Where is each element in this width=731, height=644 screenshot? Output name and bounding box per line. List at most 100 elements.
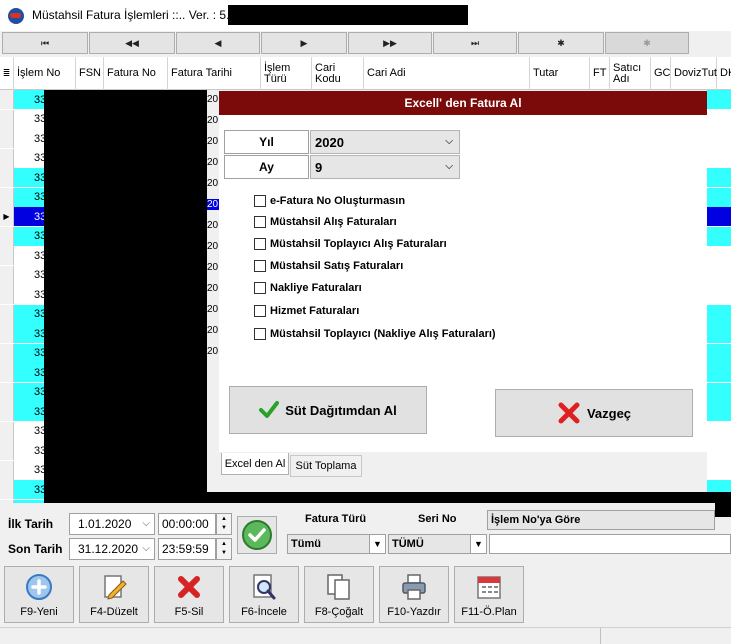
tab-sut-toplama[interactable]: Süt Toplama — [290, 455, 362, 477]
option-toplayici-nakliye-checkbox[interactable]: Müstahsil Toplayıcı (Nakliye Alış Fatura… — [254, 326, 496, 342]
cell-date-fragment: 20 — [207, 304, 219, 315]
invoice-type-select[interactable]: Tümü ▼ — [287, 534, 386, 554]
option-efatura-checkbox[interactable]: e-Fatura No Oluşturmasın — [254, 193, 405, 209]
col-tutar[interactable]: Tutar — [530, 57, 590, 90]
row-selector[interactable] — [0, 480, 14, 499]
row-selector[interactable] — [0, 187, 14, 207]
next-record-button[interactable]: ▶ — [261, 32, 347, 54]
row-selector[interactable] — [0, 363, 14, 382]
col-gc[interactable]: GC — [651, 57, 671, 90]
prior-record-button[interactable]: ◀ — [176, 32, 260, 54]
series-label: Seri No — [418, 513, 457, 525]
next-page-button[interactable]: ▶▶ — [348, 32, 432, 54]
inspect-button[interactable]: F6-İncele — [229, 566, 299, 623]
plan-button[interactable]: F11-Ö.Plan — [454, 566, 524, 623]
cell-dk[interactable] — [706, 90, 731, 109]
checkbox-icon — [254, 216, 266, 228]
cell-dk[interactable] — [706, 460, 731, 480]
row-selector[interactable] — [0, 324, 14, 343]
option-satis-checkbox[interactable]: Müstahsil Satış Faturaları — [254, 258, 403, 274]
year-select[interactable]: 2020 ⌵ — [310, 130, 460, 154]
row-selector[interactable] — [0, 109, 14, 129]
row-selector[interactable]: ▶ — [0, 207, 14, 226]
end-time-spinner[interactable]: ▲ ▼ — [216, 538, 232, 560]
col-cari-adi[interactable]: Cari Adi — [364, 57, 530, 90]
start-time-input[interactable]: 00:00:00 — [158, 513, 216, 535]
cell-dk[interactable] — [706, 285, 731, 304]
cell-dk[interactable] — [706, 382, 731, 402]
cell-dk[interactable] — [706, 304, 731, 324]
col-fatura-tarihi[interactable]: Fatura Tarihi — [168, 57, 261, 90]
option-toplayici-alis-checkbox[interactable]: Müstahsil Toplayıcı Alış Faturaları — [254, 236, 447, 252]
row-selector[interactable] — [0, 129, 14, 148]
cell-dk[interactable] — [706, 363, 731, 382]
row-selector[interactable] — [0, 90, 14, 109]
row-selector[interactable] — [0, 382, 14, 402]
cancel-edit-button[interactable]: ✱ — [605, 32, 689, 54]
cell-dk[interactable] — [706, 226, 731, 246]
first-record-button[interactable]: ⏮ — [2, 32, 88, 54]
col-fsn[interactable]: FSN — [76, 57, 104, 90]
col-dk[interactable]: DK — [717, 57, 731, 90]
row-selector[interactable] — [0, 304, 14, 324]
sut-dagitim-button[interactable]: Süt Dağıtımdan Al — [229, 386, 427, 434]
grid-menu-icon[interactable]: ≣ — [0, 57, 14, 90]
prior-page-button[interactable]: ◀◀ — [89, 32, 175, 54]
start-time-spinner[interactable]: ▲ ▼ — [216, 513, 232, 535]
row-selector[interactable] — [0, 285, 14, 304]
cell-dk[interactable] — [706, 207, 731, 226]
option-hizmet-checkbox[interactable]: Hizmet Faturaları — [254, 303, 359, 319]
row-selector[interactable] — [0, 265, 14, 285]
cell-dk[interactable] — [706, 324, 731, 343]
row-selector[interactable] — [0, 441, 14, 460]
row-selector[interactable] — [0, 226, 14, 246]
col-fatura-no[interactable]: Fatura No — [104, 57, 168, 90]
last-record-button[interactable]: ⏭ — [433, 32, 517, 54]
cell-dk[interactable] — [706, 109, 731, 129]
cell-dk[interactable] — [706, 441, 731, 460]
chevron-down-icon: ⌵ — [445, 136, 453, 147]
series-select[interactable]: TÜMÜ ▼ — [388, 534, 487, 554]
option-nakliye-checkbox[interactable]: Nakliye Faturaları — [254, 280, 362, 296]
new-button[interactable]: F9-Yeni — [4, 566, 74, 623]
vazgec-button[interactable]: Vazgeç — [495, 389, 693, 437]
cell-dk[interactable] — [706, 129, 731, 148]
col-islem-no[interactable]: İşlem No — [14, 57, 76, 90]
col-satici-adi[interactable]: Satıcı Adı — [610, 57, 651, 90]
cell-dk[interactable] — [706, 246, 731, 265]
row-selector[interactable] — [0, 421, 14, 441]
cell-dk[interactable] — [706, 265, 731, 285]
cell-dk[interactable] — [706, 402, 731, 421]
apply-filter-button[interactable] — [237, 516, 277, 554]
month-select[interactable]: 9 ⌵ — [310, 155, 460, 179]
edit-button[interactable]: F4-Düzelt — [79, 566, 149, 623]
row-selector[interactable] — [0, 168, 14, 187]
row-selector[interactable] — [0, 402, 14, 421]
col-cari-kodu[interactable]: Cari Kodu — [312, 57, 364, 90]
col-doviz-tut[interactable]: DovizTut — [671, 57, 717, 90]
row-selector[interactable] — [0, 343, 14, 363]
cell-dk[interactable] — [706, 168, 731, 187]
cell-dk[interactable] — [706, 187, 731, 207]
delete-button[interactable]: F5-Sil — [154, 566, 224, 623]
end-date-input[interactable]: 31.12.2020 ⌵ — [69, 538, 155, 560]
redacted-area — [44, 90, 207, 503]
col-ft[interactable]: FT — [590, 57, 610, 90]
end-time-input[interactable]: 23:59:59 — [158, 538, 216, 560]
start-date-input[interactable]: 1.01.2020 ⌵ — [69, 513, 155, 535]
cell-date-fragment: 20 — [207, 325, 219, 336]
print-button[interactable]: F10-Yazdır — [379, 566, 449, 623]
cell-dk[interactable] — [706, 343, 731, 363]
row-selector[interactable] — [0, 148, 14, 168]
search-input[interactable] — [489, 534, 731, 554]
duplicate-button[interactable]: F8-Çoğalt — [304, 566, 374, 623]
option-alis-checkbox[interactable]: Müstahsil Alış Faturaları — [254, 214, 397, 230]
cell-dk[interactable] — [706, 421, 731, 441]
row-selector[interactable] — [0, 246, 14, 265]
col-islem-turu[interactable]: İşlem Türü — [261, 57, 312, 90]
refresh-button[interactable]: ✱ — [518, 32, 604, 54]
tab-excel-den-al[interactable]: Excel den Al — [221, 453, 289, 475]
sort-order-select[interactable]: İşlem No'ya Göre — [487, 510, 715, 530]
cell-dk[interactable] — [706, 148, 731, 168]
row-selector[interactable] — [0, 460, 14, 480]
